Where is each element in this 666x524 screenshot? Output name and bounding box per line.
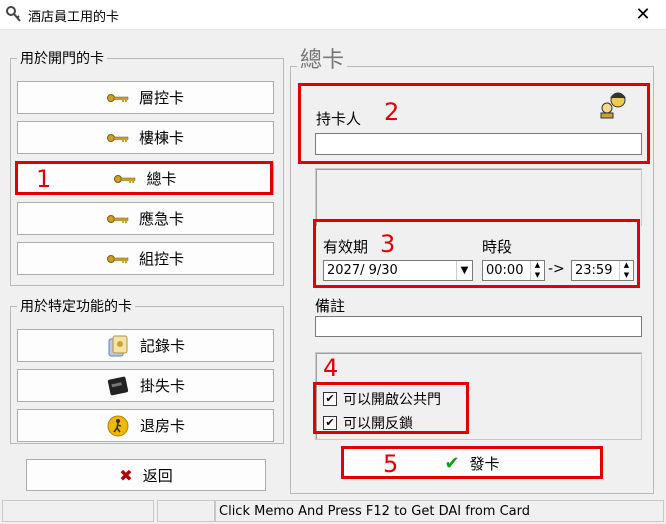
annotation-box-3 [313,219,640,288]
emergency-card-button[interactable]: 應急卡 [17,202,274,235]
door-card-label: 組控卡 [138,250,184,268]
walking-person-icon [107,415,129,436]
lost-card-label: 掛失卡 [139,377,185,395]
memo-input[interactable] [315,316,642,337]
annotation-number-1: 1 [36,165,52,193]
status-message: Click Memo And Press F12 to Get DAI from… [215,500,664,522]
building-card-button[interactable]: 樓棟卡 [17,121,274,154]
checkout-card-button[interactable]: 退房卡 [17,409,274,442]
annotation-number-3: 3 [380,230,396,258]
key-icon [106,254,129,263]
window-title: 酒店員工用的卡 [28,10,120,25]
record-card-icon [108,335,128,356]
group-card-button[interactable]: 組控卡 [17,242,274,275]
annotation-number-5: 5 [383,450,399,478]
door-card-label: 層控卡 [138,89,184,107]
door-card-label: 應急卡 [138,210,184,228]
key-icon [106,93,129,102]
key-icon [106,214,129,223]
annotation-box-2 [298,83,650,164]
return-button[interactable]: ✖ 返回 [26,459,266,491]
floor-card-button[interactable]: 層控卡 [17,81,274,114]
title-bar: 酒店員工用的卡 ✕ [0,0,666,30]
record-card-button[interactable]: 記錄卡 [17,329,274,362]
memo-label: 備註 [315,297,346,315]
return-label: 返回 [142,466,173,485]
app-key-icon [6,6,21,22]
key-icon [106,133,129,142]
section-title: 總卡 [297,42,348,74]
annotation-number-4: 4 [323,354,339,382]
annotation-box-1 [15,161,273,195]
x-icon: ✖ [119,465,133,485]
function-card-group-label: 用於特定功能的卡 [17,296,135,316]
record-card-label: 記錄卡 [139,337,185,355]
black-card-icon [107,376,129,395]
annotation-box-4 [313,382,469,434]
status-cell-2 [157,500,215,522]
annotation-number-2: 2 [384,98,400,126]
annotation-box-5 [341,446,603,479]
close-button[interactable]: ✕ [620,0,666,30]
checkout-card-label: 退房卡 [139,417,185,435]
lost-card-button[interactable]: 掛失卡 [17,369,274,402]
status-cell-1 [2,500,154,522]
door-card-label: 樓棟卡 [138,129,184,147]
door-card-group-label: 用於開門的卡 [17,48,107,68]
